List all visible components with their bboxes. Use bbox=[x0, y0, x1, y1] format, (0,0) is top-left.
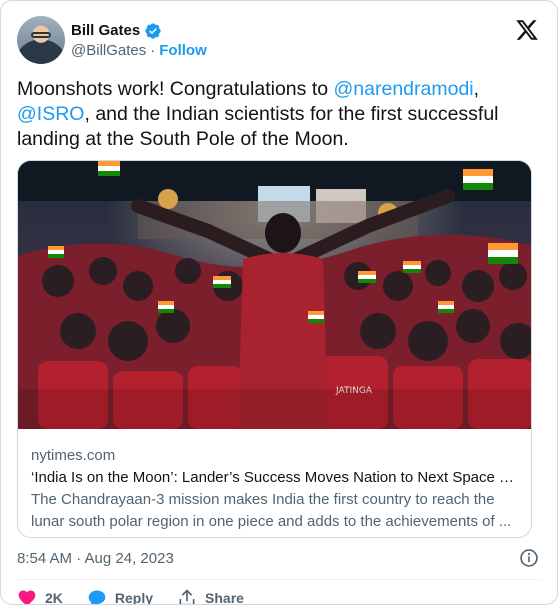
handle-separator: · bbox=[150, 41, 156, 59]
reply-bubble-icon bbox=[88, 590, 106, 604]
tweet-text-part: Moonshots work! Congratulations to bbox=[17, 78, 334, 100]
verified-badge-icon bbox=[145, 22, 161, 39]
tweet-timestamp[interactable]: 8:54 AM · Aug 24, 2023 bbox=[17, 550, 174, 567]
author-info: Bill Gates @BillGates · Follow bbox=[71, 22, 207, 59]
like-button[interactable]: 2K bbox=[17, 588, 63, 605]
link-description: The Chandrayaan-3 mission makes India th… bbox=[31, 491, 512, 530]
tweet-text-part: , and the Indian scientists for the firs… bbox=[17, 103, 499, 150]
share-button[interactable]: Share bbox=[177, 588, 244, 605]
author-handle[interactable]: @BillGates bbox=[71, 42, 146, 59]
reply-button[interactable]: Reply bbox=[87, 588, 154, 605]
link-preview-card[interactable]: JATINGA nytimes.com ‘India Is on the Moo… bbox=[17, 160, 532, 538]
follow-button[interactable]: Follow bbox=[159, 42, 207, 59]
mention-link[interactable]: @ISRO bbox=[17, 103, 84, 125]
timestamp-row: 8:54 AM · Aug 24, 2023 bbox=[17, 547, 539, 569]
tweet-text: Moonshots work! Congratulations to @nare… bbox=[17, 77, 537, 152]
reply-label: Reply bbox=[114, 590, 154, 605]
mention-link[interactable]: @narendramodi bbox=[334, 78, 474, 100]
link-card-meta: nytimes.com ‘India Is on the Moon’: Land… bbox=[31, 445, 519, 533]
tweet-header: Bill Gates @BillGates · Follow bbox=[17, 14, 541, 66]
action-bar: 2K Reply Share bbox=[17, 587, 268, 605]
share-icon bbox=[179, 589, 195, 604]
article-photo[interactable]: JATINGA bbox=[18, 161, 532, 429]
avatar[interactable] bbox=[17, 16, 65, 64]
link-title[interactable]: ‘India Is on the Moon’: Lander’s Success… bbox=[31, 467, 519, 489]
link-domain: nytimes.com bbox=[31, 447, 116, 464]
info-icon[interactable] bbox=[519, 548, 539, 568]
author-display-name[interactable]: Bill Gates bbox=[71, 22, 140, 39]
share-label: Share bbox=[205, 590, 244, 605]
tweet-embed: Bill Gates @BillGates · Follow Moonshots… bbox=[0, 0, 558, 605]
tweet-text-part: , bbox=[473, 78, 480, 100]
like-count: 2K bbox=[45, 590, 63, 605]
heart-icon bbox=[18, 590, 36, 604]
divider bbox=[17, 579, 541, 580]
x-logo-icon[interactable] bbox=[515, 18, 539, 42]
